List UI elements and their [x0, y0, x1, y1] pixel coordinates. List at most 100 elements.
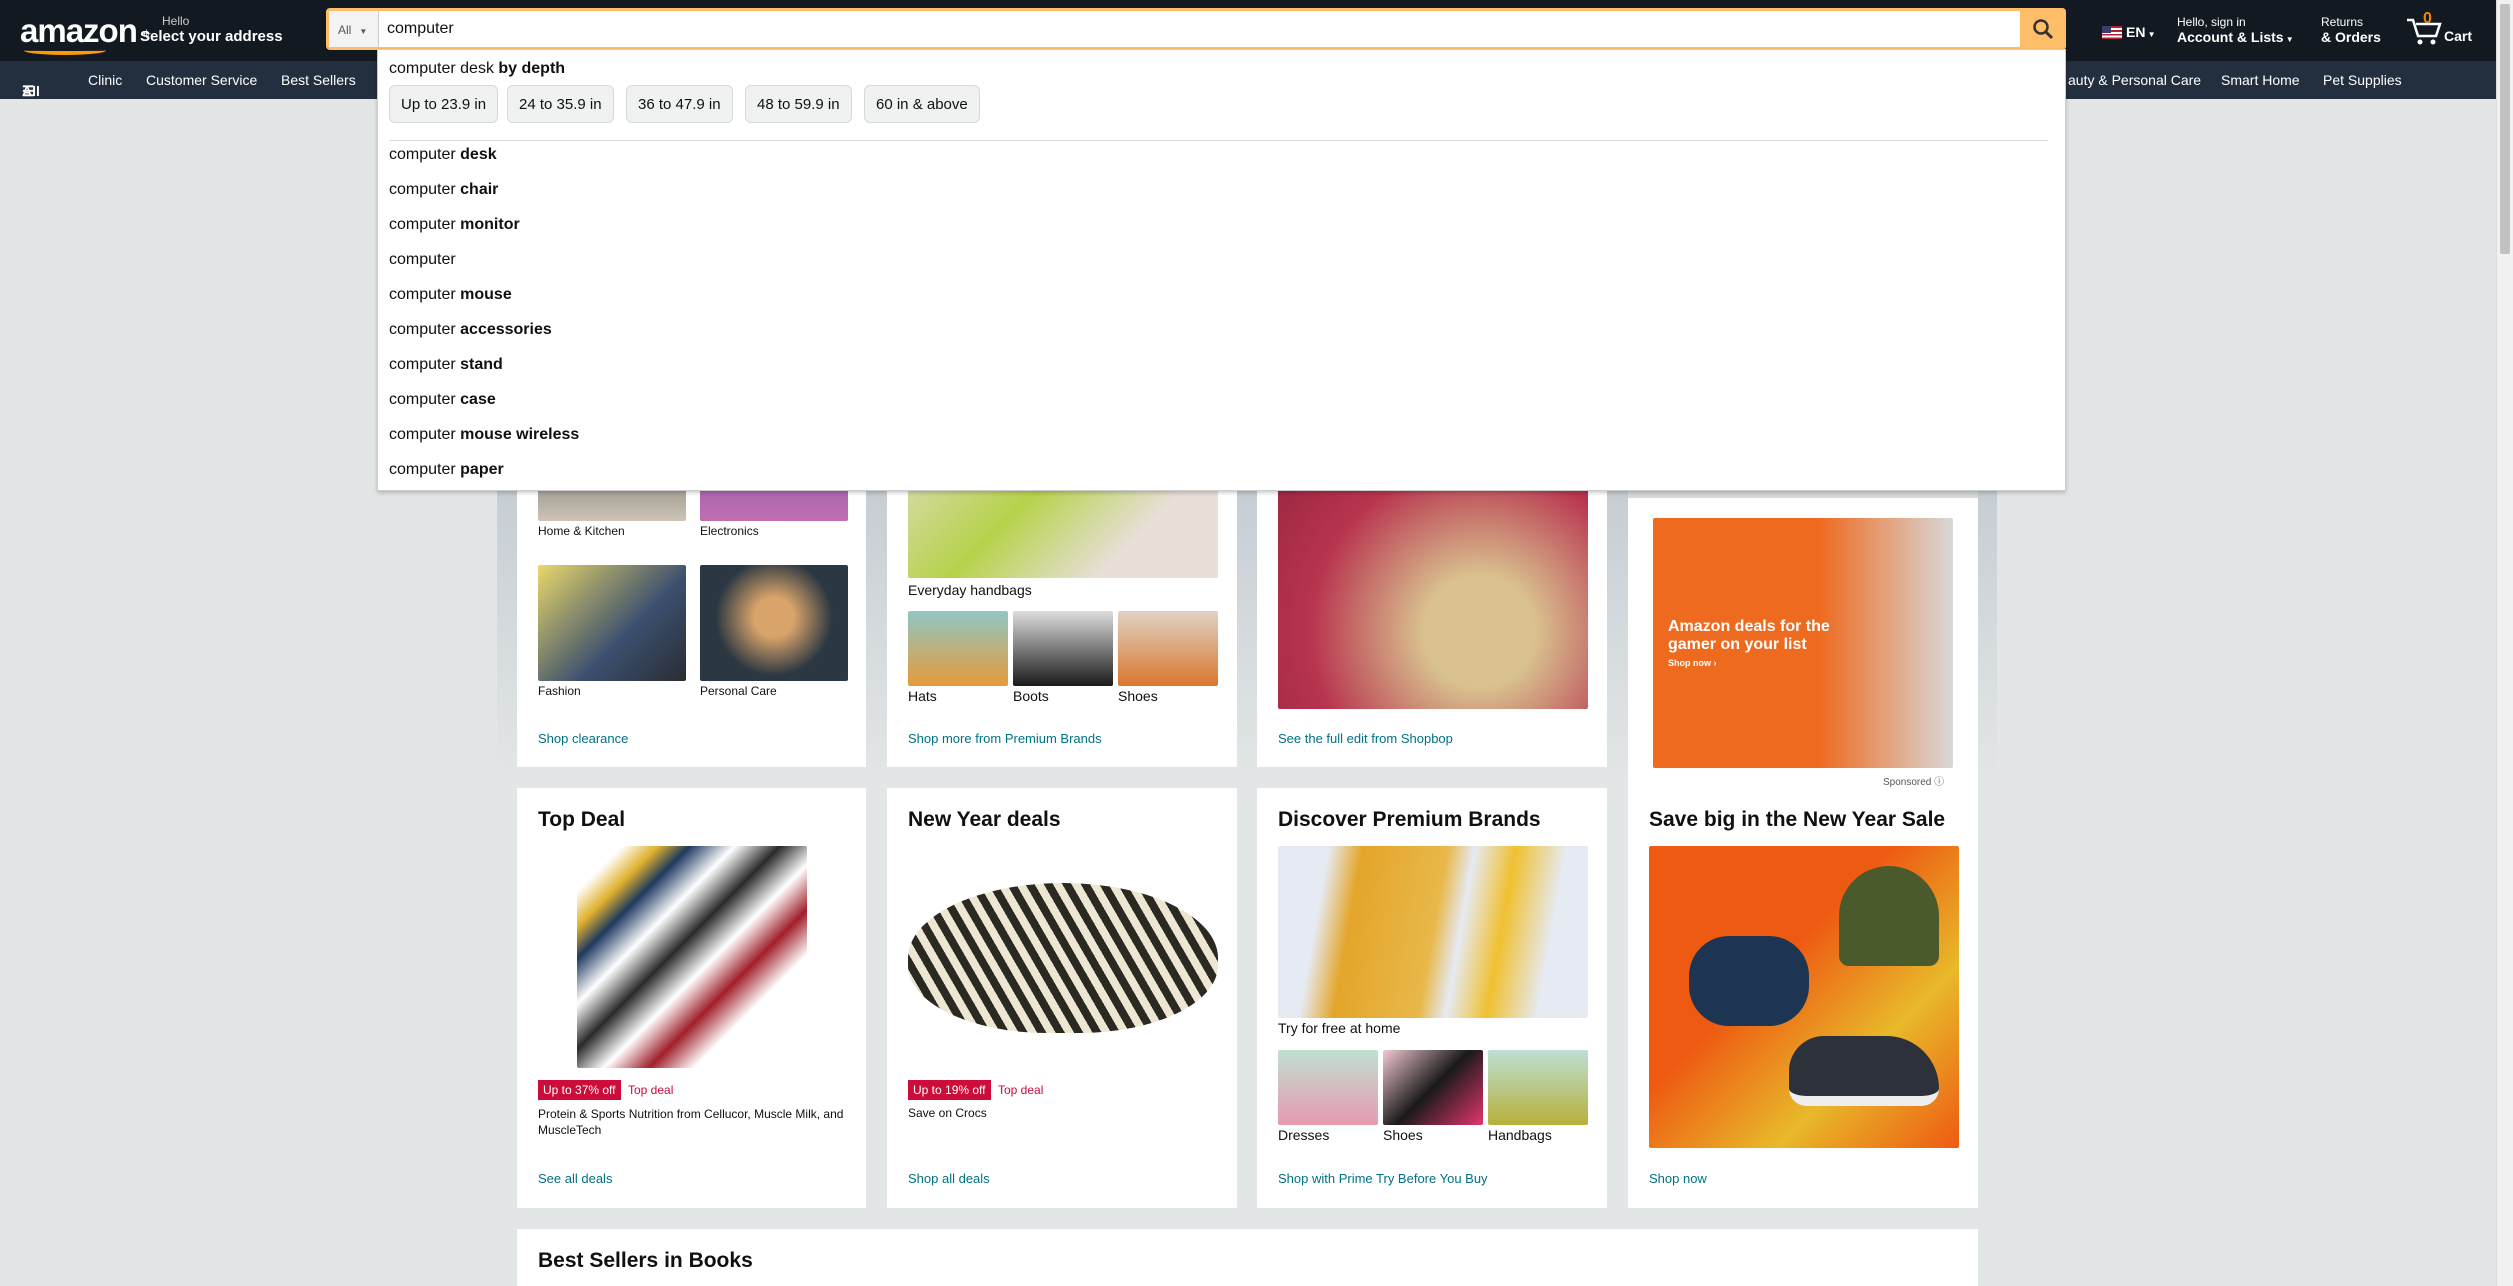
shop-all-deals-link[interactable]: Shop all deals — [908, 1171, 990, 1186]
nav-customer-service[interactable]: Customer Service — [146, 72, 257, 88]
boots-label[interactable]: Boots — [1013, 688, 1049, 704]
scrollbar-thumb[interactable] — [2500, 4, 2510, 254]
address-greeting: Hello — [162, 14, 190, 28]
shoes-label[interactable]: Shoes — [1118, 688, 1158, 704]
shop-now-link[interactable]: Shop now — [1649, 1171, 1707, 1186]
suggestion-prefix: computer — [389, 181, 461, 198]
card-title: Discover Premium Brands — [1278, 808, 1541, 831]
gamer-deals-ad[interactable]: Amazon deals for the gamer on your list … — [1653, 518, 1953, 768]
boots-image[interactable] — [1013, 611, 1113, 686]
sponsored-text: Sponsored — [1883, 777, 1932, 788]
suggestion-item[interactable]: computer desk — [389, 146, 497, 164]
dresses-label[interactable]: Dresses — [1278, 1127, 1329, 1143]
hats-label[interactable]: Hats — [908, 688, 937, 704]
nav-clinic[interactable]: Clinic — [88, 72, 122, 88]
suggestion-prefix: computer — [389, 146, 461, 163]
sneaker-shape — [1789, 1036, 1939, 1106]
ad-cta: Shop now › — [1668, 658, 1717, 668]
discount-badge: Up to 37% off — [538, 1080, 621, 1100]
suggestion-bold: desk — [460, 146, 497, 163]
deliver-to-address[interactable]: ⌖ Hello Select your address — [140, 14, 283, 45]
suggestion-prefix: computer — [389, 461, 461, 478]
chip-36-to-47-9[interactable]: 36 to 47.9 in — [626, 85, 733, 123]
returns-orders[interactable]: Returns & Orders — [2321, 15, 2381, 45]
lang-code: EN — [2126, 24, 2146, 40]
dropdown-arrow-icon: ▼ — [359, 27, 368, 36]
shop-clearance-link[interactable]: Shop clearance — [538, 731, 628, 746]
suggestion-item[interactable]: computer accessories — [389, 321, 552, 339]
suggestion-item[interactable]: computer monitor — [389, 216, 520, 234]
suggestion-bold: paper — [460, 461, 504, 478]
nav-pet-supplies[interactable]: Pet Supplies — [2323, 72, 2402, 88]
suggestion-bold: monitor — [460, 216, 520, 233]
cart-button[interactable]: 0 Cart — [2405, 10, 2475, 50]
account-greeting: Hello, sign in — [2177, 15, 2246, 29]
nav-best-sellers[interactable]: Best Sellers — [281, 72, 356, 88]
chip-48-to-59-9[interactable]: 48 to 59.9 in — [745, 85, 852, 123]
everyday-handbags-label[interactable]: Everyday handbags — [908, 582, 1032, 598]
search-category-select[interactable]: All ▼ — [329, 11, 379, 47]
fashion-label[interactable]: Fashion — [538, 684, 581, 698]
suggestion-item[interactable]: computer stand — [389, 356, 503, 374]
suggestion-item[interactable]: computer chair — [389, 181, 498, 199]
suggestion-bold: stand — [460, 356, 503, 373]
fashion-image[interactable] — [538, 565, 686, 681]
deal-description[interactable]: Save on Crocs — [908, 1106, 987, 1120]
premium-shoes-image[interactable] — [1383, 1050, 1483, 1125]
chip-up-to-23-9[interactable]: Up to 23.9 in — [389, 85, 499, 123]
new-year-sale-image[interactable] — [1649, 846, 1959, 1148]
discount-badge: Up to 19% off — [908, 1080, 991, 1100]
prime-try-before-link[interactable]: Shop with Prime Try Before You Buy — [1278, 1171, 1488, 1186]
top-deal-label: Top deal — [628, 1083, 674, 1097]
deal-description[interactable]: Protein & Sports Nutrition from Cellucor… — [538, 1106, 848, 1138]
nav-smart-home[interactable]: Smart Home — [2221, 72, 2300, 88]
suggestion-item[interactable]: computer — [389, 251, 456, 269]
sponsored-label[interactable]: Sponsored ⓘ — [1883, 773, 1944, 788]
suggestion-bold: mouse — [460, 286, 512, 303]
category-value: All — [338, 23, 352, 37]
try-at-home-label[interactable]: Try for free at home — [1278, 1020, 1400, 1036]
suggestion-bold: chair — [460, 181, 499, 198]
personal-care-label[interactable]: Personal Care — [700, 684, 777, 698]
shopbop-link[interactable]: See the full edit from Shopbop — [1278, 731, 1453, 746]
search-icon — [2033, 19, 2054, 40]
suggestion-item[interactable]: computer paper — [389, 461, 504, 479]
card-title: Best Sellers in Books — [538, 1249, 753, 1272]
personal-care-image[interactable] — [700, 565, 848, 681]
account-label: Account & Lists ▼ — [2177, 29, 2294, 45]
shoes-label[interactable]: Shoes — [1383, 1127, 1423, 1143]
suggestion-prefix: computer — [389, 286, 461, 303]
nav-beauty-personal-care[interactable]: auty & Personal Care — [2068, 72, 2201, 88]
electronics-label[interactable]: Electronics — [700, 524, 759, 538]
suggestion-item[interactable]: computer mouse — [389, 286, 512, 304]
account-lists[interactable]: Hello, sign in Account & Lists ▼ — [2177, 15, 2294, 45]
suggestion-item[interactable]: computer mouse wireless — [389, 426, 579, 444]
language-selector[interactable]: EN ▼ — [2102, 24, 2156, 40]
beanie-shape — [1839, 866, 1939, 966]
try-at-home-image[interactable] — [1278, 846, 1588, 1018]
hats-image[interactable] — [908, 611, 1008, 686]
shoes-image[interactable] — [1118, 611, 1218, 686]
card-new-year-deals: New Year deals Up to 19% off Top deal Sa… — [887, 788, 1237, 1208]
search-input[interactable] — [387, 11, 1987, 47]
chip-24-to-35-9[interactable]: 24 to 35.9 in — [507, 85, 614, 123]
handbags-image[interactable] — [1488, 1050, 1588, 1125]
suggestion-by-depth-header[interactable]: computer desk by depth — [389, 60, 565, 78]
see-all-deals-link[interactable]: See all deals — [538, 1171, 612, 1186]
caret-icon: ▼ — [2283, 35, 2294, 44]
suggestion-item[interactable]: computer case — [389, 391, 496, 409]
crocs-image[interactable] — [908, 883, 1218, 1033]
belt-bag-shape — [1689, 936, 1809, 1026]
card-top-deal: Top Deal Up to 37% off Top deal Protein … — [517, 788, 866, 1208]
home-kitchen-label[interactable]: Home & Kitchen — [538, 524, 625, 538]
premium-brands-link[interactable]: Shop more from Premium Brands — [908, 731, 1102, 746]
top-deal-image[interactable] — [577, 846, 807, 1068]
cart-count: 0 — [2423, 10, 2432, 27]
card-best-sellers-books: Best Sellers in Books — [517, 1229, 1978, 1286]
dresses-image[interactable] — [1278, 1050, 1378, 1125]
handbags-label[interactable]: Handbags — [1488, 1127, 1552, 1143]
chip-60-and-above[interactable]: 60 in & above — [864, 85, 980, 123]
page-scrollbar[interactable] — [2496, 0, 2513, 1286]
amazon-logo[interactable]: amazon — [20, 12, 138, 55]
search-button[interactable] — [2020, 8, 2066, 50]
